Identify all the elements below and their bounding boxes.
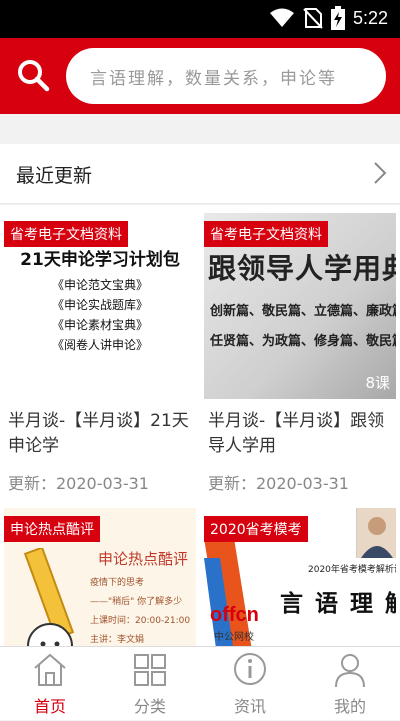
battery-charging-icon xyxy=(330,6,345,30)
tab-label: 我的 xyxy=(333,697,366,716)
thumbnail-title: 跟领导人学用典 xyxy=(208,252,396,285)
tab-news[interactable]: 资讯 xyxy=(200,647,300,721)
tab-label: 分类 xyxy=(133,697,166,716)
home-icon xyxy=(34,653,66,686)
logo-subtitle: 中公网校 xyxy=(214,632,254,643)
thumbnail-line: ——"稍后" 你了解多少 xyxy=(90,597,183,607)
course-card[interactable]: 省考电子文档资料 21天申论学习计划包 《申论范文宝典》 《申论实战题库》 《申… xyxy=(4,213,196,493)
lesson-count-badge: 8课 xyxy=(365,374,390,392)
thumbnail-line: 任贤篇、为政篇、修身篇、敬民篇 xyxy=(210,334,396,349)
tab-label: 资讯 xyxy=(233,697,266,716)
top-header: 言语理解，数量关系，申论等 xyxy=(0,38,400,114)
no-sim-icon xyxy=(303,8,323,29)
course-title: 半月谈-【半月谈】跟领导人学用 xyxy=(208,411,385,456)
search-placeholder: 言语理解，数量关系，申论等 xyxy=(90,68,337,89)
user-icon xyxy=(335,654,365,688)
thumbnail-line: 《申论实战题库》 xyxy=(51,298,148,312)
lecturer-video-thumbnail xyxy=(356,508,396,558)
category-tag: 申论热点酷评 xyxy=(4,516,100,542)
tab-home[interactable]: 首页 xyxy=(0,647,100,721)
grid-icon xyxy=(134,654,166,686)
tab-category[interactable]: 分类 xyxy=(100,647,200,721)
offcn-logo: offcn xyxy=(210,604,259,626)
thumbnail-line: 上课时间：20:00-21:00 xyxy=(90,616,191,626)
category-tag: 省考电子文档资料 xyxy=(4,221,128,247)
category-tag: 省考电子文档资料 xyxy=(204,221,328,247)
status-bar: 5:22 xyxy=(0,0,400,38)
thumbnail-line: 疫情下的思考 xyxy=(90,578,145,588)
tab-mine[interactable]: 我的 xyxy=(300,647,400,721)
category-tag: 2020省考模考 xyxy=(204,516,308,542)
chevron-right-icon[interactable] xyxy=(372,160,388,186)
thumbnail-line: 《申论范文宝典》 xyxy=(51,278,148,292)
tab-label: 首页 xyxy=(33,697,66,716)
course-grid: 省考电子文档资料 21天申论学习计划包 《申论范文宝典》 《申论实战题库》 《申… xyxy=(0,205,400,675)
thumbnail-title: 申论热点酷评 xyxy=(98,550,189,568)
recent-updates-row[interactable]: 最近更新 xyxy=(0,144,400,204)
course-thumbnail[interactable]: 省考电子文档资料 跟领导人学用典 创新篇、敬民篇、立德篇、廉政篇 任贤篇、为政篇… xyxy=(204,213,396,399)
search-input[interactable]: 言语理解，数量关系，申论等 xyxy=(66,48,386,104)
thumbnail-line: 《阅卷人讲申论》 xyxy=(51,338,148,352)
section-title: 最近更新 xyxy=(16,165,93,187)
bottom-tab-bar: 首页 分类 资讯 我的 xyxy=(0,646,400,720)
update-date: 更新：2020-03-31 xyxy=(8,474,149,493)
course-thumbnail[interactable]: 省考电子文档资料 21天申论学习计划包 《申论范文宝典》 《申论实战题库》 《申… xyxy=(4,213,196,399)
thumbnail-big-text: 言 语 理 解 xyxy=(280,591,396,617)
update-date: 更新：2020-03-31 xyxy=(208,474,349,493)
status-time: 5:22 xyxy=(352,7,388,28)
wifi-icon xyxy=(269,8,294,27)
thumbnail-line: 创新篇、敬民篇、立德篇、廉政篇 xyxy=(210,304,396,319)
search-icon[interactable] xyxy=(16,58,50,92)
thumbnail-title: 2020年省考模考解析课 xyxy=(308,565,396,575)
course-title: 半月谈-【半月谈】21天申论学 xyxy=(8,411,189,456)
thumbnail-line: 《申论素材宝典》 xyxy=(51,318,148,332)
info-icon xyxy=(234,653,266,685)
thumbnail-title: 21天申论学习计划包 xyxy=(20,250,180,270)
course-card[interactable]: 省考电子文档资料 跟领导人学用典 创新篇、敬民篇、立德篇、廉政篇 任贤篇、为政篇… xyxy=(204,213,396,493)
